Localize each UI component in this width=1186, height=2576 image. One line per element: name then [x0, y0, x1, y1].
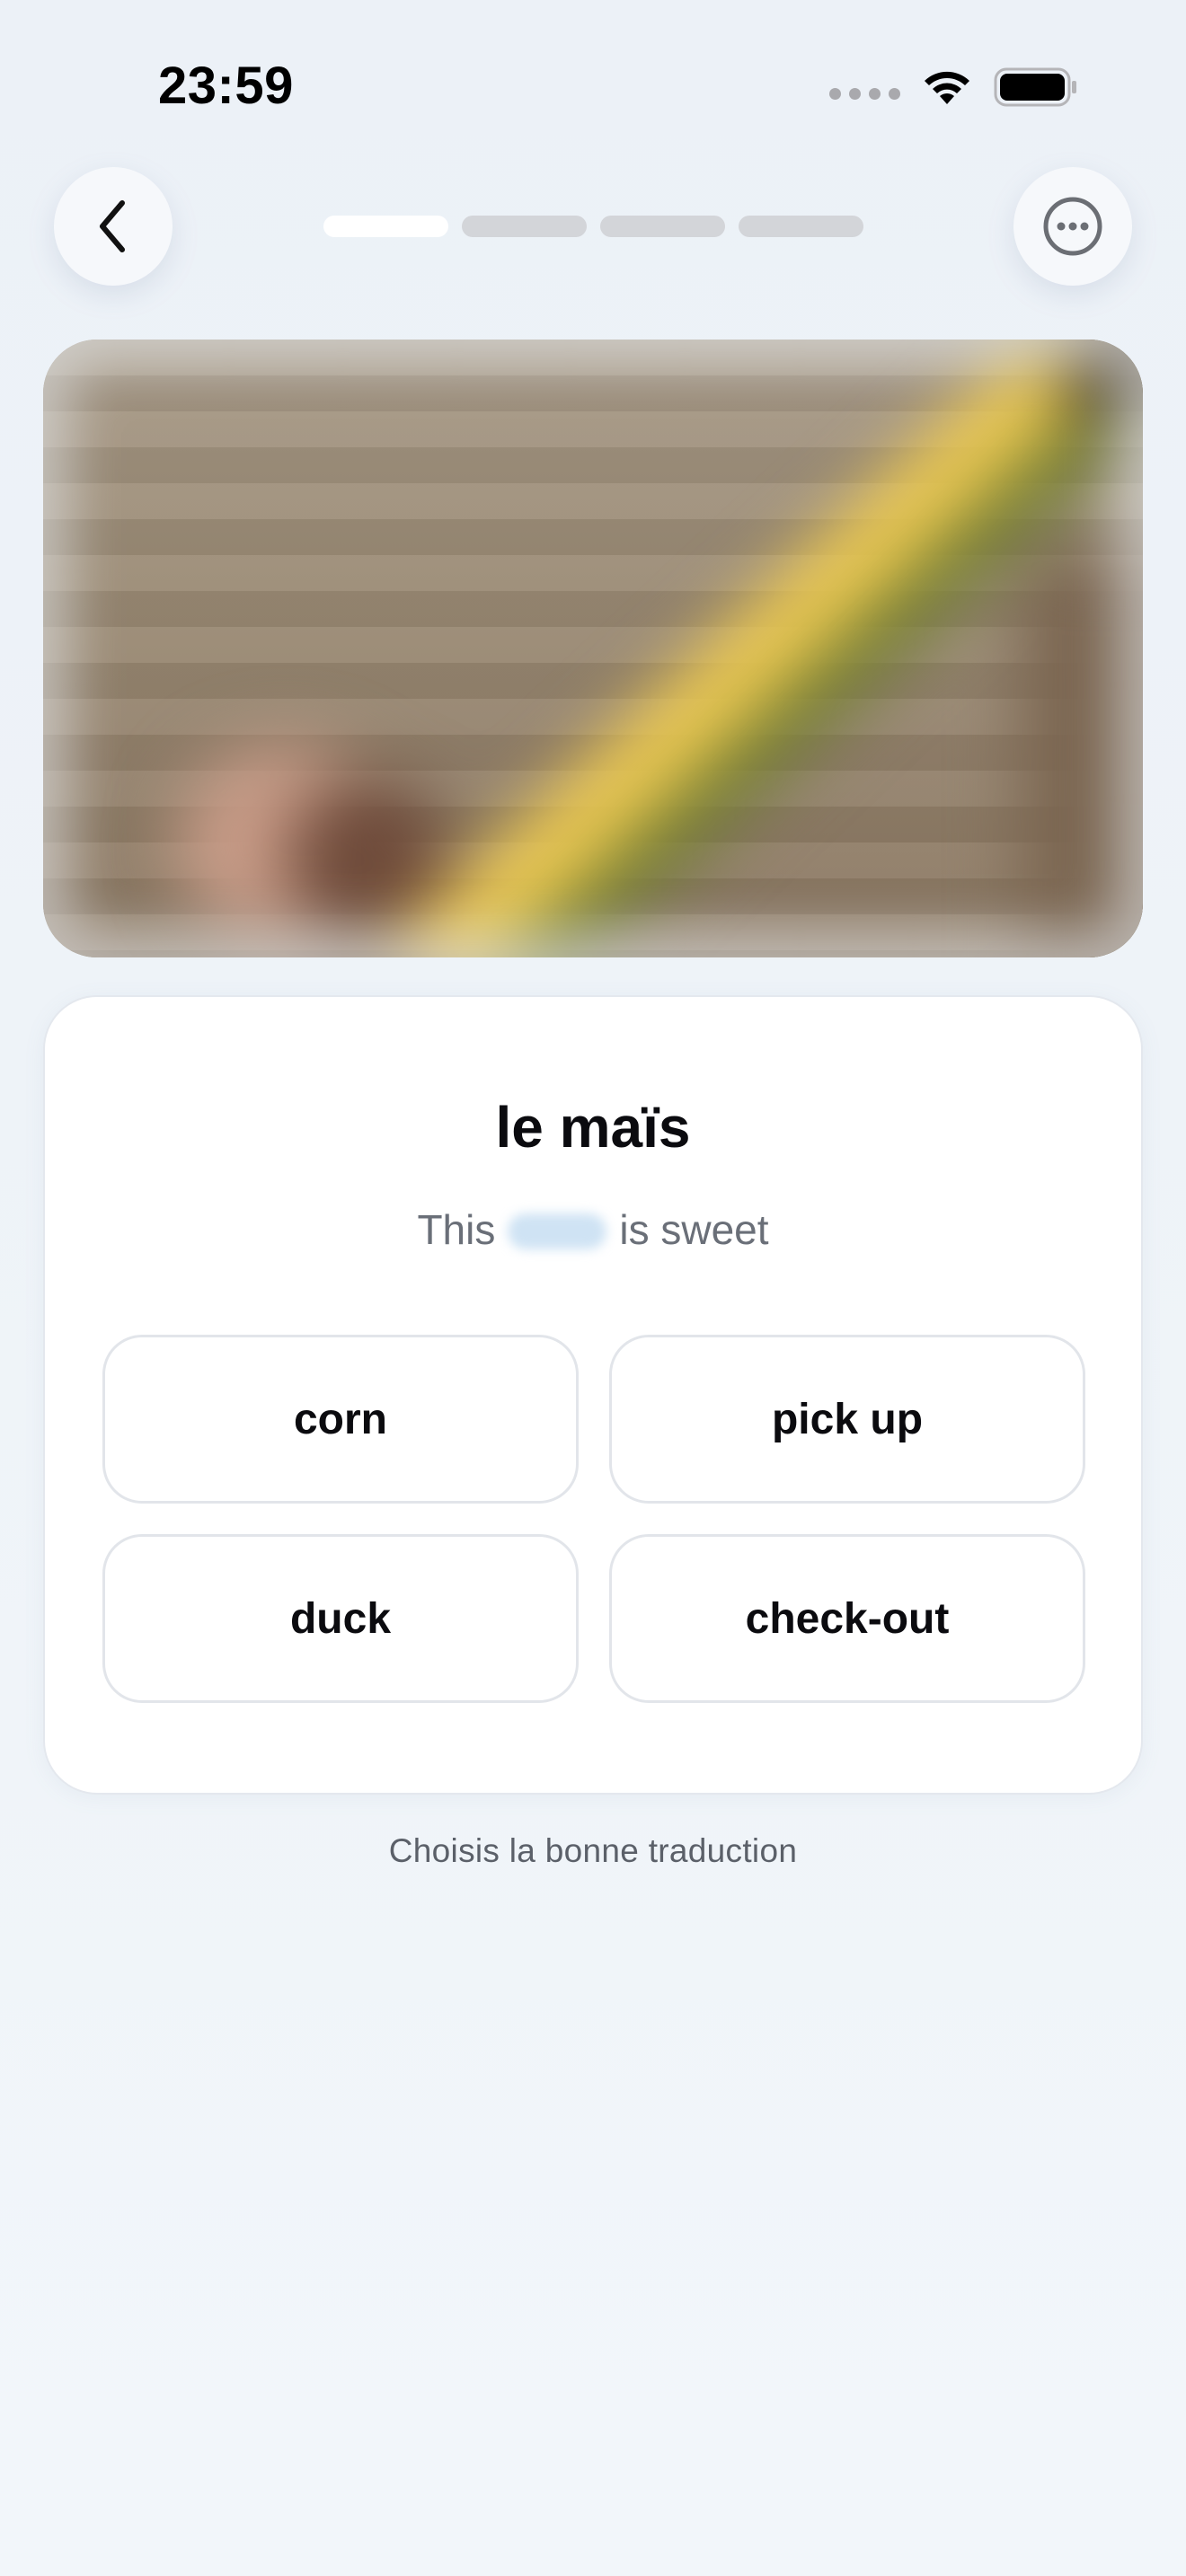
status-bar: 23:59 [0, 0, 1186, 153]
progress-segment [600, 216, 725, 237]
battery-icon [994, 66, 1078, 108]
hero-image [43, 340, 1143, 957]
wifi-icon [920, 66, 974, 108]
answer-option[interactable]: check-out [609, 1534, 1085, 1703]
answer-option[interactable]: duck [102, 1534, 579, 1703]
answer-option[interactable]: corn [102, 1335, 579, 1504]
sentence-after: is sweet [619, 1206, 769, 1253]
cellular-dots-icon [829, 87, 900, 100]
chevron-left-icon [100, 200, 125, 252]
progress-indicator [323, 216, 863, 237]
status-time: 23:59 [158, 57, 294, 115]
answer-option[interactable]: pick up [609, 1335, 1085, 1504]
example-sentence: This is sweet [45, 1205, 1141, 1254]
progress-segment [462, 216, 587, 237]
more-options-button[interactable] [1013, 167, 1132, 286]
hidden-word-blur [508, 1213, 607, 1249]
progress-segment [323, 216, 448, 237]
question-card: le maïs This is sweet corn pick up duck c… [43, 995, 1143, 1795]
progress-segment [739, 216, 863, 237]
target-word: le maïs [495, 1095, 691, 1160]
ellipsis-circle-icon [1043, 197, 1102, 256]
back-button[interactable] [54, 167, 173, 286]
screen: 23:59 le maïs This is sweet corn pick up… [0, 0, 1186, 2576]
sentence-before: This [417, 1206, 496, 1253]
instruction-text: Choisis la bonne traduction [388, 1832, 798, 1869]
status-icons [829, 65, 1078, 110]
